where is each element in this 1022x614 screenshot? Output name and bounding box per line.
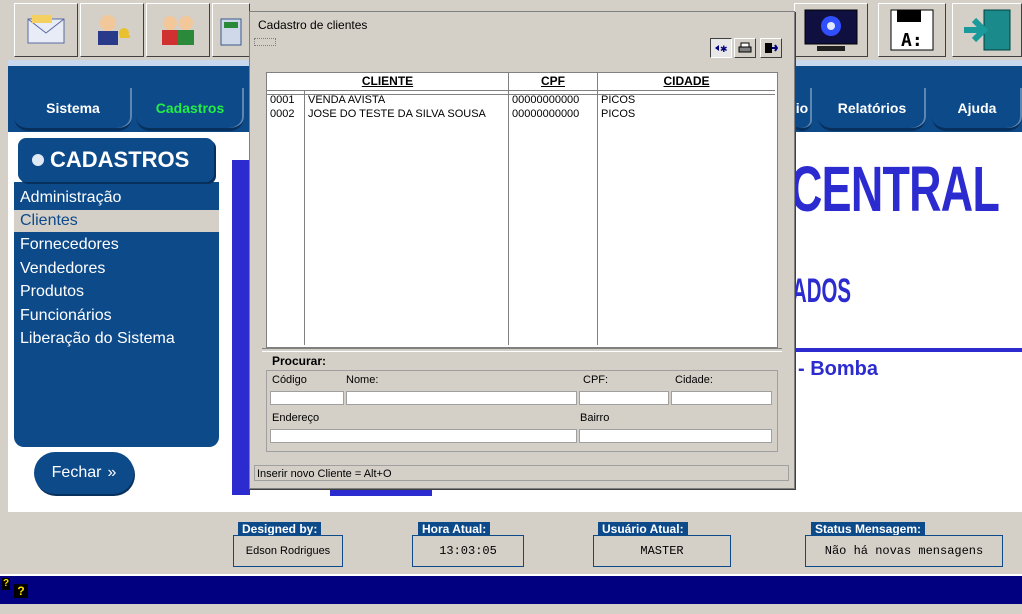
sidebar-item-fornecedores[interactable]: Fornecedores (14, 234, 219, 256)
splash-tagline: - Bomba (798, 358, 878, 380)
user-label: Usuário Atual: (598, 522, 688, 536)
splash-divider (792, 348, 1022, 352)
double-chevron-icon: » (107, 464, 117, 481)
endereco-label: Endereço (272, 412, 320, 424)
cell-code: 0001 (270, 94, 295, 106)
close-button[interactable]: Fechar » (34, 452, 134, 494)
printer-icon (738, 42, 752, 53)
help-small-icon: ? (2, 578, 10, 590)
sidebar-item-produtos[interactable]: Produtos (14, 281, 219, 303)
users-icon[interactable] (146, 3, 210, 57)
bairro-label: Bairro (580, 412, 610, 424)
sidebar-item-administracao[interactable]: Administração (14, 187, 219, 209)
cell-name: JOSE DO TESTE DA SILVA SOUSA (308, 108, 486, 120)
calculator-icon[interactable] (212, 3, 250, 57)
table-header: CLIENTE CPF CIDADE (267, 73, 775, 91)
svg-text:A:: A: (901, 30, 923, 51)
cell-city: PICOS (601, 94, 636, 106)
designed-label: Designed by: (238, 522, 322, 536)
nome-field[interactable] (346, 391, 577, 405)
designed-value: Edson Rodrigues (233, 535, 343, 567)
dialog-tab-stub (254, 38, 276, 46)
sidebar-item-vendedores[interactable]: Vendedores (14, 258, 219, 280)
tab-partial[interactable]: io (792, 88, 812, 131)
sidebar-title: CADASTROS (50, 147, 190, 172)
col-cpf[interactable]: CPF (509, 73, 598, 90)
msg-label: Status Mensagem: (811, 522, 926, 536)
cell-cpf: 00000000000 (512, 108, 580, 120)
svg-text:✱: ✱ (720, 45, 728, 53)
cidade-label: Cidade: (675, 374, 713, 386)
exit-button[interactable] (760, 38, 782, 58)
bottom-strip (0, 604, 1022, 614)
exit-door-icon[interactable] (952, 3, 1022, 57)
new-record-icon: ✱ (715, 45, 728, 53)
splash-title: CENTRAL (790, 153, 1000, 225)
table-row[interactable]: 0002 JOSE DO TESTE DA SILVA SOUSA 000000… (267, 107, 775, 121)
cpf-field[interactable] (579, 391, 669, 405)
codigo-label: Código (272, 374, 307, 386)
time-label: Hora Atual: (418, 522, 491, 536)
clients-table[interactable]: CLIENTE CPF CIDADE 0001 VENDA AVISTA 000… (266, 72, 778, 348)
col-divider (305, 91, 509, 345)
dialog-title: Cadastro de clientes (250, 12, 794, 38)
splash-subtitle: ADOS (792, 272, 851, 310)
endereco-field[interactable] (270, 429, 577, 443)
nome-label: Nome: (346, 374, 379, 386)
tab-cadastros[interactable]: Cadastros (136, 88, 244, 131)
cidade-field[interactable] (671, 391, 772, 405)
disk-a-icon[interactable]: A: (878, 3, 946, 57)
splash-accent (232, 160, 250, 495)
codigo-field[interactable] (270, 391, 344, 405)
col-cliente[interactable]: CLIENTE (267, 73, 509, 90)
sidebar-item-clientes[interactable]: Clientes (14, 210, 219, 232)
bottom-bar (0, 574, 1022, 606)
col-cidade[interactable]: CIDADE (598, 73, 775, 90)
sidebar-item-liberacao[interactable]: Liberação do Sistema (14, 328, 219, 350)
cell-name: VENDA AVISTA (308, 94, 386, 106)
tab-relatorios[interactable]: Relatórios (818, 88, 926, 131)
new-record-button[interactable]: ✱ (710, 38, 732, 58)
search-label: Procurar: (272, 354, 327, 368)
exit-icon (765, 43, 778, 53)
user-key-icon[interactable] (80, 3, 144, 57)
tab-sistema[interactable]: Sistema (14, 88, 132, 131)
cell-code: 0002 (270, 108, 295, 120)
dialog-separator (262, 348, 782, 352)
cell-city: PICOS (601, 108, 636, 120)
table-row[interactable]: 0001 VENDA AVISTA 00000000000 PICOS (267, 93, 775, 107)
user-value: MASTER (593, 535, 731, 567)
clients-dialog: Cadastro de clientes ✱ CLIENTE CPF CIDAD… (249, 11, 795, 489)
sidebar-header: CADASTROS (18, 138, 214, 182)
help-icon[interactable]: ? (14, 584, 28, 598)
dialog-status-bar: Inserir novo Cliente = Alt+O (254, 465, 789, 481)
cell-cpf: 00000000000 (512, 94, 580, 106)
mail-icon[interactable] (14, 3, 78, 57)
msg-value: Não há novas mensagens (805, 535, 1003, 567)
close-label: Fechar (51, 464, 102, 481)
tab-ajuda[interactable]: Ajuda (932, 88, 1022, 131)
col-divider (267, 91, 305, 345)
bullet-icon (32, 154, 44, 166)
print-button[interactable] (734, 38, 756, 58)
time-value: 13:03:05 (412, 535, 524, 567)
cpf-label: CPF: (583, 374, 609, 386)
bairro-field[interactable] (579, 429, 772, 443)
monitor-icon[interactable] (794, 3, 868, 57)
col-divider (509, 91, 598, 345)
sidebar-item-funcionarios[interactable]: Funcionários (14, 305, 219, 327)
